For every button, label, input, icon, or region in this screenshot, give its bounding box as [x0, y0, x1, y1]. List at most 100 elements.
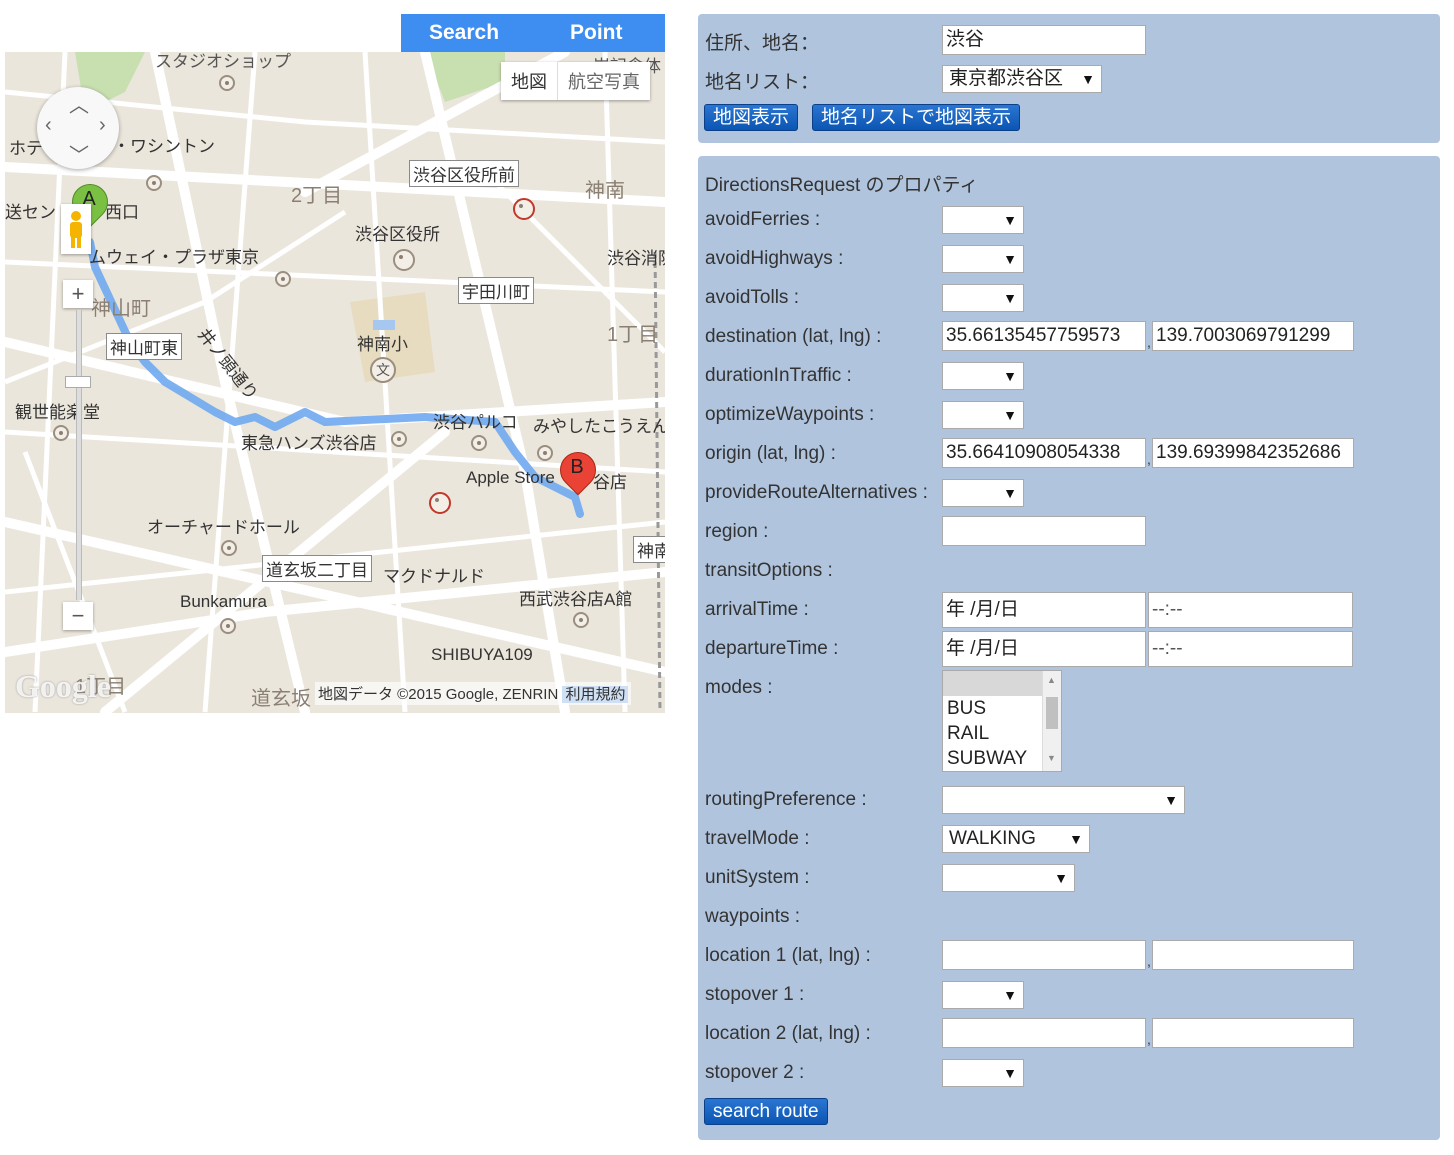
map-type-control: 地図 航空写真	[501, 62, 650, 100]
poi-icon	[573, 612, 589, 628]
map-label: 西口	[105, 203, 139, 222]
map-station-label: 宇田川町	[458, 277, 534, 304]
transit-options-label: transitOptions :	[705, 560, 833, 581]
destination-lat-input[interactable]: 35.66135457759573	[942, 321, 1146, 351]
region-input[interactable]	[942, 516, 1146, 546]
show-map-from-list-button[interactable]: 地名リストで地図表示	[812, 104, 1021, 131]
map-label: 東急ハンズ渋谷店	[241, 434, 377, 453]
location-2-label: location 2 (lat, lng) :	[705, 1023, 871, 1044]
departure-time-input[interactable]: --:--	[1148, 631, 1353, 667]
terms-link[interactable]: 利用規約	[562, 686, 629, 703]
modes-listbox[interactable]: - BUS RAIL SUBWAY ▲ ▼	[942, 670, 1062, 772]
show-map-button[interactable]: 地図表示	[704, 104, 799, 131]
map-label: スタジオショップ	[155, 52, 291, 71]
optimize-waypoints-label: optimizeWaypoints :	[705, 404, 875, 425]
map-tab-bar: Search Point	[401, 14, 665, 52]
poi-icon	[146, 175, 162, 191]
travel-mode-label: travelMode :	[705, 828, 810, 849]
arrival-time-label: arrivalTime :	[705, 599, 809, 620]
map-canvas[interactable]: スタジオショップ 岸記念体 ホテ ・ワシントン 2丁目 渋谷区役所前 神南 送セ…	[5, 52, 665, 713]
avoid-tolls-select[interactable]	[942, 284, 1024, 312]
map-label: Bunkamura	[180, 592, 267, 611]
destination-lng-input[interactable]: 139.7003069791299	[1152, 321, 1354, 351]
duration-in-traffic-select[interactable]	[942, 362, 1024, 390]
routing-preference-select[interactable]	[942, 786, 1185, 814]
location-1-lng-input[interactable]	[1152, 940, 1354, 970]
avoid-ferries-select[interactable]	[942, 206, 1024, 234]
provide-route-alternatives-label: provideRouteAlternatives :	[705, 482, 928, 503]
arrival-date-input[interactable]: 年 /月/日	[942, 592, 1146, 628]
poi-icon	[219, 75, 235, 91]
tab-search[interactable]: Search	[429, 21, 499, 45]
zoom-slider-handle[interactable]	[65, 376, 91, 388]
pan-control[interactable]: ︿ ﹀ ‹ ›	[37, 87, 119, 169]
map-label: 神南小	[357, 335, 408, 354]
poi-icon	[391, 431, 407, 447]
origin-lng-input[interactable]: 139.69399842352686	[1152, 438, 1354, 468]
zoom-in-button[interactable]: +	[63, 280, 93, 308]
modes-scrollbar[interactable]: ▲ ▼	[1042, 671, 1061, 771]
location-1-lat-input[interactable]	[942, 940, 1146, 970]
stopover-2-select[interactable]	[942, 1059, 1024, 1087]
pan-up-icon[interactable]: ︿	[69, 89, 89, 118]
search-route-button[interactable]: search route	[704, 1098, 828, 1125]
map-label: 西武渋谷店A館	[519, 590, 633, 609]
avoid-highways-select[interactable]	[942, 245, 1024, 273]
map-station-label: 渋谷区役所前	[409, 160, 519, 187]
travel-mode-select[interactable]: WALKING	[942, 825, 1090, 853]
scrollbar-thumb[interactable]	[1046, 697, 1058, 729]
pan-down-icon[interactable]: ﹀	[69, 139, 89, 168]
scroll-up-icon[interactable]: ▲	[1047, 675, 1056, 685]
restaurant-icon	[513, 198, 535, 220]
restaurant-icon	[429, 492, 451, 514]
modes-label: modes :	[705, 677, 773, 698]
destination-label: destination (lat, lng) :	[705, 326, 882, 347]
location-2-lng-input[interactable]	[1152, 1018, 1354, 1048]
place-list-select[interactable]: 東京都渋谷区	[942, 65, 1102, 93]
scroll-down-icon[interactable]: ▼	[1047, 753, 1056, 763]
map-label: 2丁目	[291, 185, 343, 207]
stopover-1-label: stopover 1 :	[705, 984, 805, 1005]
tab-point[interactable]: Point	[570, 21, 623, 45]
map-label: オーチャードホール	[147, 518, 300, 537]
map-label: SHIBUYA109	[431, 645, 533, 664]
address-input[interactable]: 渋谷	[942, 25, 1146, 55]
google-logo: Google	[15, 668, 111, 704]
location-2-lat-input[interactable]	[942, 1018, 1146, 1048]
stopover-1-select[interactable]	[942, 981, 1024, 1009]
map-label: 谷店	[593, 473, 627, 492]
duration-in-traffic-label: durationInTraffic :	[705, 365, 852, 386]
marker-b-label: B	[570, 456, 584, 478]
optimize-waypoints-select[interactable]	[942, 401, 1024, 429]
place-list-label: 地名リスト：	[705, 72, 820, 93]
zoom-slider-track[interactable]	[76, 310, 82, 600]
map-label: 渋谷消防	[607, 249, 665, 268]
marker-b[interactable]: B	[552, 444, 604, 500]
map-label: ムウェイ・プラザ東京	[89, 248, 259, 267]
map-label: 神山町	[91, 298, 151, 320]
map-label: 神南	[585, 180, 625, 202]
departure-date-input[interactable]: 年 /月/日	[942, 631, 1146, 667]
poi-icon	[221, 540, 237, 556]
map-type-satellite-button[interactable]: 航空写真	[558, 62, 650, 100]
pegman-icon[interactable]	[61, 204, 91, 254]
directions-title: DirectionsRequest のプロパティ	[705, 175, 979, 196]
map-label: Apple Store	[466, 468, 555, 487]
pan-right-icon[interactable]: ›	[99, 114, 106, 137]
map-label: 1丁目	[607, 324, 659, 346]
zoom-out-button[interactable]: −	[63, 602, 93, 630]
arrival-time-input[interactable]: --:--	[1148, 592, 1353, 628]
poi-icon	[537, 445, 553, 461]
poi-icon	[220, 618, 236, 634]
poi-icon	[471, 435, 487, 451]
map-label: 渋谷区役所	[355, 225, 440, 244]
pan-left-icon[interactable]: ‹	[45, 114, 52, 137]
location-1-label: location 1 (lat, lng) :	[705, 945, 871, 966]
map-station-label: 神南	[633, 536, 665, 563]
map-type-map-button[interactable]: 地図	[501, 62, 558, 100]
map-station-label: 神山町東	[106, 333, 182, 360]
avoid-tolls-label: avoidTolls :	[705, 287, 799, 308]
origin-lat-input[interactable]: 35.66410908054338	[942, 438, 1146, 468]
unit-system-select[interactable]	[942, 864, 1075, 892]
provide-route-alternatives-select[interactable]	[942, 479, 1024, 507]
